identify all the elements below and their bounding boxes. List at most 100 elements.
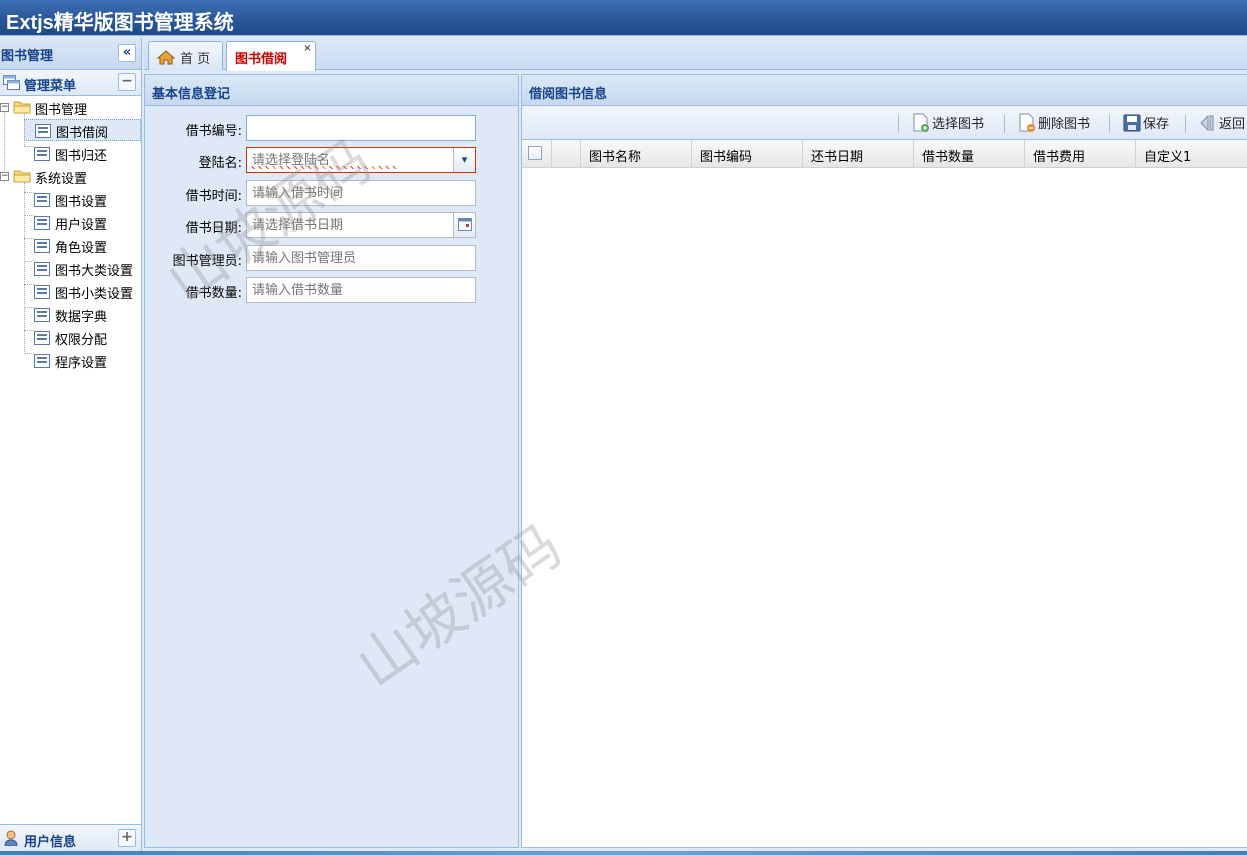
user-info-accordion-header[interactable]: 用户信息 +	[0, 824, 141, 852]
nav-panel: 图书管理 « 管理菜单 − − 图书管理 图书借阅 图书归还 − 系统设置 图书…	[0, 38, 142, 852]
user-icon	[4, 830, 18, 846]
tree-label: 图书借阅	[56, 126, 109, 141]
tree-expander[interactable]: −	[0, 103, 9, 112]
tree-label: 用户设置	[55, 218, 108, 233]
tree-item-book-return[interactable]: 图书归还	[24, 142, 141, 164]
toolbar-separator	[1004, 115, 1005, 133]
form-icon	[34, 239, 50, 253]
form-icon	[34, 308, 50, 322]
borrow-quantity-input[interactable]	[246, 277, 476, 303]
form-icon	[34, 285, 50, 299]
field-librarian: 图书管理员:	[145, 245, 520, 271]
form-icon	[35, 124, 51, 138]
back-button[interactable]: 返回	[1199, 113, 1245, 135]
tab-home[interactable]: 首 页	[148, 41, 223, 70]
close-icon[interactable]: ×	[302, 44, 313, 55]
delete-document-icon	[1019, 113, 1035, 132]
column-header[interactable]: 图书编码	[692, 140, 803, 168]
tree-label: 权限分配	[55, 333, 108, 348]
form-icon	[34, 354, 50, 368]
window-icon	[3, 75, 20, 90]
tab-book-borrow[interactable]: 图书借阅 ×	[226, 41, 316, 71]
tree-item-program-settings[interactable]: 程序设置	[24, 349, 141, 371]
tree-item-book-borrow[interactable]: 图书借阅	[24, 119, 141, 141]
form-icon	[34, 262, 50, 276]
tree-folder-system-settings[interactable]: − 系统设置	[0, 165, 141, 187]
login-name-combobox[interactable]	[246, 147, 476, 173]
field-label: 借书编号:	[185, 124, 242, 139]
button-label: 删除图书	[1038, 117, 1091, 132]
tab-label: 图书借阅	[235, 52, 288, 67]
toolbar-separator	[1109, 115, 1110, 133]
field-borrow-quantity: 借书数量:	[145, 277, 520, 303]
field-label: 借书数量:	[185, 286, 242, 301]
tree-label: 图书大类设置	[55, 264, 134, 279]
tree-item-book-settings[interactable]: 图书设置	[24, 188, 141, 210]
collapse-panel-button[interactable]: «	[118, 44, 136, 62]
field-label: 借书时间:	[185, 189, 242, 204]
field-label: 借书日期:	[185, 221, 242, 236]
field-borrow-time: 借书时间:	[145, 180, 520, 206]
toolbar-separator	[898, 115, 899, 133]
tree-label: 图书归还	[55, 149, 108, 164]
field-label: 图书管理员:	[172, 254, 242, 269]
tree-label: 角色设置	[55, 241, 108, 256]
home-icon	[157, 50, 175, 65]
row-number-column	[552, 140, 581, 168]
back-icon	[1200, 114, 1214, 132]
tree-folder-book-management[interactable]: − 图书管理	[0, 96, 141, 118]
tree-item-category-settings[interactable]: 图书大类设置	[24, 257, 141, 279]
borrow-time-input[interactable]	[246, 180, 476, 206]
tree-item-user-settings[interactable]: 用户设置	[24, 211, 141, 233]
grid-panel-title: 借阅图书信息	[522, 75, 1247, 106]
save-button[interactable]: 保存	[1123, 113, 1169, 135]
menu-accordion-title: 管理菜单	[24, 79, 77, 94]
tree-item-data-dictionary[interactable]: 数据字典	[24, 303, 141, 325]
field-borrow-date: 借书日期:	[145, 212, 520, 238]
borrow-date-picker[interactable]	[246, 212, 476, 238]
column-header[interactable]: 图书名称	[581, 140, 692, 168]
nav-panel-header: 图书管理 «	[0, 38, 141, 70]
user-info-expand-button[interactable]: +	[118, 829, 136, 847]
select-all-checkbox[interactable]	[528, 146, 542, 160]
bottom-status-bar	[0, 851, 1247, 855]
tab-label: 首 页	[180, 52, 211, 67]
folder-icon	[13, 170, 31, 183]
form-icon	[34, 216, 50, 230]
menu-collapse-button[interactable]: −	[118, 73, 136, 91]
tree-item-role-settings[interactable]: 角色设置	[24, 234, 141, 256]
app-title-bar: Extjs精华版图书管理系统	[0, 0, 1247, 36]
button-label: 返回	[1219, 117, 1246, 132]
form-panel-title: 基本信息登记	[145, 75, 518, 106]
tree-expander[interactable]: −	[0, 172, 9, 181]
column-header[interactable]: 借书费用	[1025, 140, 1136, 168]
field-login-name: 登陆名: ▾	[145, 147, 520, 173]
librarian-input[interactable]	[246, 245, 476, 271]
menu-accordion-header[interactable]: 管理菜单 −	[0, 70, 141, 96]
app-title: Extjs精华版图书管理系统	[6, 12, 234, 34]
tab-strip: 首 页 图书借阅 ×	[144, 38, 1247, 71]
chevron-down-icon[interactable]: ▾	[453, 148, 475, 172]
form-icon	[34, 147, 50, 161]
tree-label: 图书小类设置	[55, 287, 134, 302]
calendar-icon[interactable]	[453, 213, 475, 237]
delete-book-button[interactable]: 删除图书	[1018, 113, 1090, 135]
tree-label: 系统设置	[35, 172, 88, 187]
tree-item-subcategory-settings[interactable]: 图书小类设置	[24, 280, 141, 302]
folder-icon	[13, 101, 31, 114]
column-header[interactable]: 还书日期	[803, 140, 914, 168]
invalid-indicator	[251, 166, 396, 169]
grid-body	[522, 168, 1247, 848]
tree-item-permissions[interactable]: 权限分配	[24, 326, 141, 348]
save-icon	[1123, 114, 1141, 132]
add-document-icon	[913, 113, 929, 132]
form-icon	[34, 331, 50, 345]
column-header[interactable]: 借书数量	[914, 140, 1025, 168]
registration-form-panel: 基本信息登记 借书编号: 登陆名: ▾ 借书时间: 借书日期: 图书管理员: 借…	[144, 74, 519, 848]
select-book-button[interactable]: 选择图书	[912, 113, 984, 135]
grid-toolbar: 选择图书 删除图书 保存 返回	[522, 106, 1247, 140]
borrow-number-input[interactable]	[246, 115, 476, 141]
column-header[interactable]: 自定义1	[1136, 140, 1247, 168]
field-label: 登陆名:	[198, 156, 242, 171]
tree-label: 图书设置	[55, 195, 108, 210]
